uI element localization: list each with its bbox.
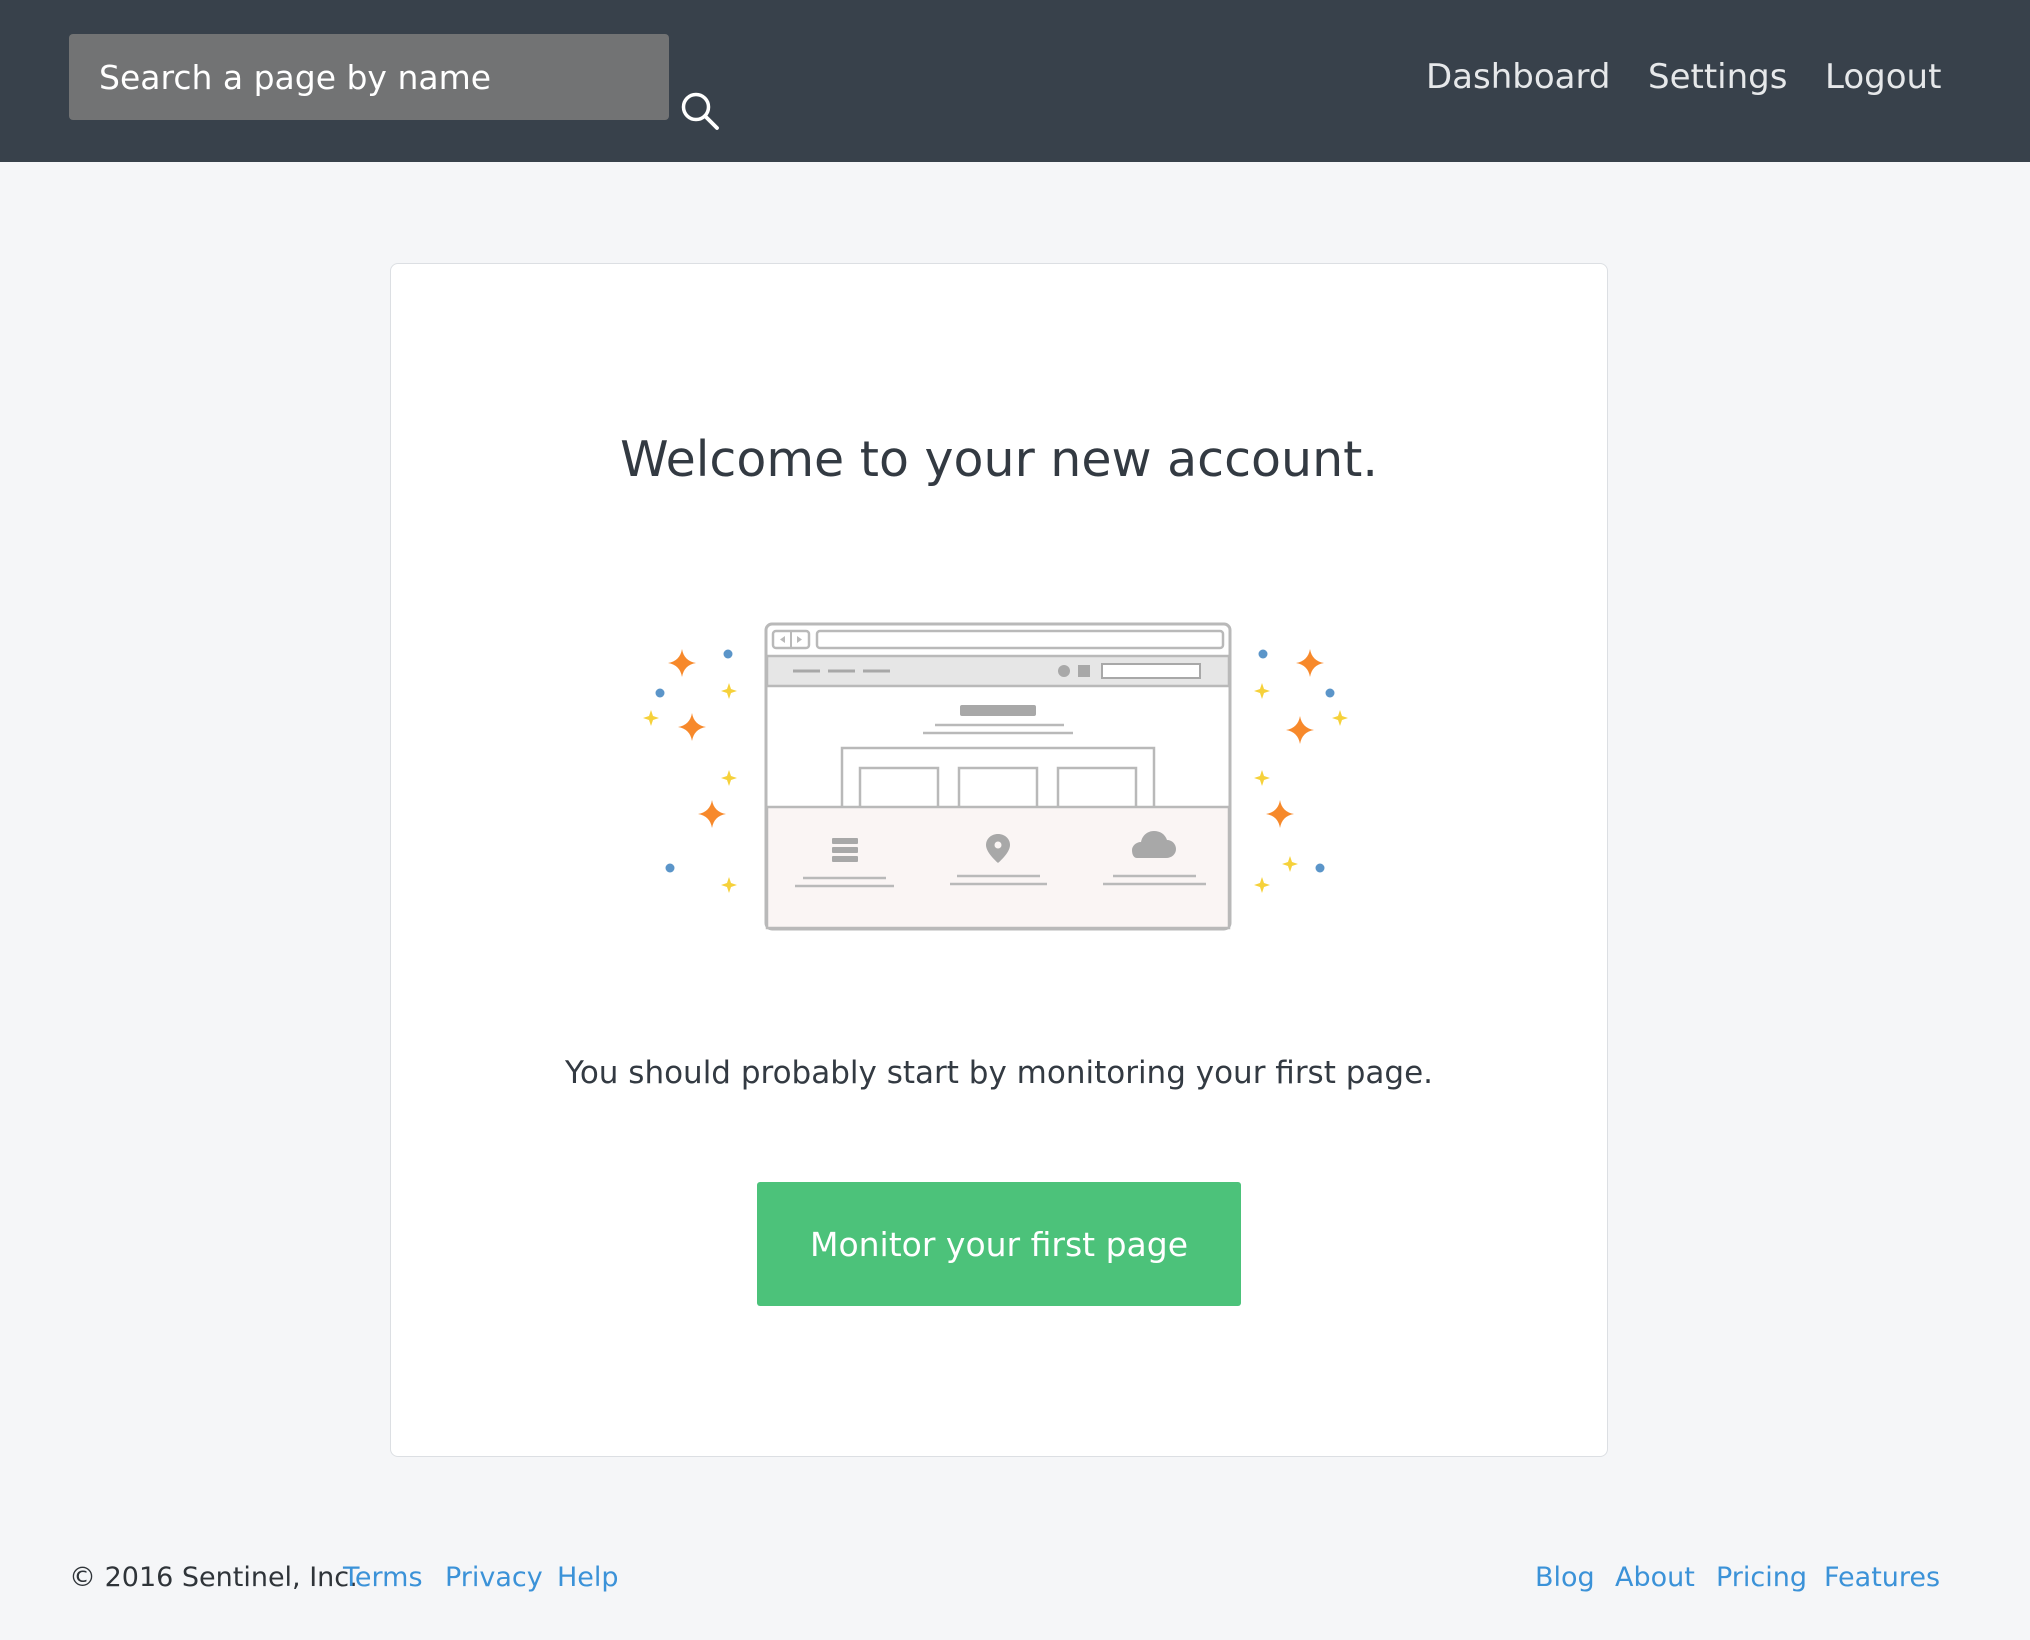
footer-pricing-link[interactable]: Pricing xyxy=(1716,1558,1807,1598)
footer-features-link[interactable]: Features xyxy=(1824,1558,1940,1598)
footer-help-link[interactable]: Help xyxy=(557,1558,619,1598)
welcome-title: Welcome to your new account. xyxy=(620,431,1378,488)
footer-about-link[interactable]: About xyxy=(1615,1558,1695,1598)
nav-settings-link[interactable]: Settings xyxy=(1648,52,1787,102)
footer-terms-link[interactable]: Terms xyxy=(343,1558,423,1598)
monitor-first-page-button[interactable]: Monitor your first page xyxy=(757,1182,1241,1306)
search-icon[interactable] xyxy=(679,90,721,132)
footer-privacy-link[interactable]: Privacy xyxy=(445,1558,543,1598)
top-navbar: Dashboard Settings Logout xyxy=(0,0,2030,162)
nav-logout-link[interactable]: Logout xyxy=(1825,52,1941,102)
nav-dashboard-link[interactable]: Dashboard xyxy=(1426,52,1610,102)
browser-illustration-icon xyxy=(643,622,1348,931)
welcome-subtitle: You should probably start by monitoring … xyxy=(565,1055,1433,1091)
footer-copyright: © 2016 Sentinel, Inc. xyxy=(69,1562,358,1593)
search-box[interactable] xyxy=(69,34,719,130)
search-input[interactable] xyxy=(69,34,589,120)
footer-blog-link[interactable]: Blog xyxy=(1535,1558,1595,1598)
